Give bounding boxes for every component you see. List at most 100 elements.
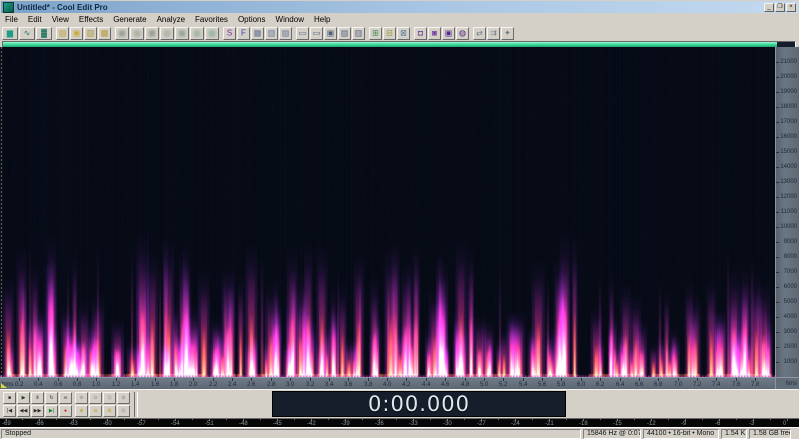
zoom-to-selection-icon: ⊞ bbox=[121, 396, 125, 401]
time-tick bbox=[77, 378, 78, 381]
toolbar-group-5: ▭▭ ▣▤▥ bbox=[296, 27, 366, 40]
new-file-button[interactable]: ▤ bbox=[56, 27, 69, 40]
freq-label: 9000 bbox=[784, 239, 797, 245]
zoom-out-horizontal-button[interactable]: ⊖ bbox=[89, 392, 102, 404]
window-placekeeper-button[interactable]: ▤ bbox=[338, 27, 351, 40]
help-context-button[interactable]: ✦ bbox=[501, 27, 514, 40]
cd-insert-button[interactable]: ◙ bbox=[428, 27, 441, 40]
zoom-controls: ⊕⊖⊡⊞⊕⊖⊞⊟ bbox=[75, 392, 131, 417]
go-to-beginning-button[interactable]: |◀ bbox=[3, 405, 16, 417]
convert-sample-type-button[interactable]: ⇄ bbox=[473, 27, 486, 40]
toolbar-button-blurred-2[interactable]: ▨ bbox=[130, 27, 144, 40]
window-play-list-button[interactable]: ▭ bbox=[310, 27, 323, 40]
close-file-button[interactable]: ▦ bbox=[98, 27, 111, 40]
toolbar-button-blurred-6[interactable]: ▨ bbox=[190, 27, 204, 40]
meter-tick-minor bbox=[124, 419, 125, 420]
spectrogram-canvas[interactable] bbox=[0, 47, 775, 377]
multitrack-view-button[interactable]: ▆ bbox=[2, 27, 18, 40]
level-meter[interactable]: -69-66-63-60-57-54-51-48-45-42-39-36-33-… bbox=[0, 418, 799, 428]
rewind-button[interactable]: ◀◀ bbox=[17, 405, 30, 417]
menu-item-help[interactable]: Help bbox=[310, 14, 336, 25]
toolbar-button-blurred-3[interactable]: ▩ bbox=[145, 27, 159, 40]
play-button[interactable]: ▶ bbox=[17, 392, 30, 404]
time-label: 2.4 bbox=[228, 382, 236, 388]
title-bar[interactable]: Untitled* - Cool Edit Pro _❐× bbox=[1, 1, 798, 13]
time-label: 2.8 bbox=[267, 382, 275, 388]
meter-tick bbox=[787, 419, 788, 421]
open-file-button[interactable]: ▣ bbox=[70, 27, 83, 40]
freq-tick bbox=[776, 362, 779, 363]
scripts-icon: S bbox=[227, 29, 232, 37]
toolbar-blurred-5-icon: ▩ bbox=[178, 29, 186, 37]
grid-button[interactable]: ▤ bbox=[279, 27, 292, 40]
zoom-in-vertical-button[interactable]: ⊕ bbox=[75, 405, 88, 417]
window-info-icon: ▣ bbox=[327, 29, 335, 37]
frequency-analysis-button[interactable]: F bbox=[237, 27, 250, 40]
close-button[interactable]: × bbox=[786, 3, 796, 12]
settings-c-button[interactable]: ⊠ bbox=[397, 27, 410, 40]
status-bar: Stopped15846 Hz @ 0:07.23444100 • 16-bit… bbox=[0, 428, 799, 439]
zoom-to-selection-button[interactable]: ⊞ bbox=[117, 392, 130, 404]
frequency-ruler[interactable]: 2100020000190001800017000160001500014000… bbox=[775, 47, 799, 377]
toolbar-button-blurred-5[interactable]: ▩ bbox=[175, 27, 189, 40]
save-file-button[interactable]: ▥ bbox=[84, 27, 97, 40]
meter-label: -69 bbox=[2, 421, 11, 427]
menu-item-options[interactable]: Options bbox=[234, 14, 272, 25]
zoom-left-edge-button[interactable]: ⊞ bbox=[103, 405, 116, 417]
fast-forward-button[interactable]: ▶▶ bbox=[31, 405, 44, 417]
menu-item-file[interactable]: File bbox=[1, 14, 24, 25]
settings-b-button[interactable]: ⊟ bbox=[383, 27, 396, 40]
menu-item-window[interactable]: Window bbox=[272, 14, 310, 25]
batch-process-button[interactable]: ⇉ bbox=[487, 27, 500, 40]
menu-item-view[interactable]: View bbox=[48, 14, 75, 25]
time-ruler[interactable]: hms 0.20.40.60.81.01.21.41.61.82.02.22.4… bbox=[0, 377, 775, 389]
play-to-end-button[interactable]: ∞ bbox=[59, 392, 72, 404]
scripts-button[interactable]: S bbox=[223, 27, 236, 40]
cd-open-button[interactable]: ◘ bbox=[414, 27, 427, 40]
toolbar-button-blurred-1[interactable]: ▩ bbox=[115, 27, 129, 40]
record-button[interactable]: ● bbox=[59, 405, 72, 417]
meter-tick-minor bbox=[532, 419, 533, 420]
menu-item-analyze[interactable]: Analyze bbox=[153, 14, 191, 25]
stop-button[interactable]: ■ bbox=[3, 392, 16, 404]
toolbar-button-blurred-7[interactable]: ▧ bbox=[205, 27, 219, 40]
zoom-in-horizontal-button[interactable]: ⊕ bbox=[75, 392, 88, 404]
toolbar-group-8: ⇄⇉✦ bbox=[473, 27, 515, 40]
toolbar-blurred-2-icon: ▨ bbox=[133, 29, 141, 37]
cd-burn-button[interactable]: ◍ bbox=[456, 27, 469, 40]
time-label: 3.2 bbox=[306, 382, 314, 388]
toolbar-button-blurred-4[interactable]: ▧ bbox=[160, 27, 174, 40]
waveform-view-button[interactable]: ∿ bbox=[19, 27, 35, 40]
maximize-button[interactable]: ❐ bbox=[775, 3, 785, 12]
fast-forward-icon: ▶▶ bbox=[34, 409, 42, 414]
phase-analysis-button[interactable]: ▦ bbox=[251, 27, 264, 40]
menu-item-generate[interactable]: Generate bbox=[109, 14, 152, 25]
time-tick bbox=[329, 378, 330, 381]
time-display[interactable]: 0:00.000 bbox=[272, 391, 566, 417]
freq-label: 19000 bbox=[780, 89, 797, 95]
zoom-right-edge-button[interactable]: ⊟ bbox=[117, 405, 130, 417]
pause-button[interactable]: Ⅱ bbox=[31, 392, 44, 404]
menu-item-favorites[interactable]: Favorites bbox=[191, 14, 234, 25]
window-cue-list-button[interactable]: ▭ bbox=[296, 27, 309, 40]
play-looped-button[interactable]: ↻ bbox=[45, 392, 58, 404]
meter-label: -66 bbox=[35, 421, 44, 427]
window-info-button[interactable]: ▣ bbox=[324, 27, 337, 40]
menu-item-edit[interactable]: Edit bbox=[24, 14, 48, 25]
menu-item-effects[interactable]: Effects bbox=[75, 14, 109, 25]
stats-button[interactable]: ▥ bbox=[265, 27, 278, 40]
time-tick bbox=[697, 378, 698, 381]
spectral-view-button[interactable]: ▓ bbox=[36, 27, 52, 40]
minimize-button[interactable]: _ bbox=[764, 3, 774, 12]
go-to-end-button[interactable]: ▶| bbox=[45, 405, 58, 417]
settings-a-button[interactable]: ⊞ bbox=[369, 27, 382, 40]
time-tick bbox=[658, 378, 659, 381]
window-organizer-button[interactable]: ▥ bbox=[352, 27, 365, 40]
zoom-out-vertical-button[interactable]: ⊖ bbox=[89, 405, 102, 417]
time-label: 2.6 bbox=[247, 382, 255, 388]
freq-label: 21000 bbox=[780, 59, 797, 65]
cue-marker[interactable] bbox=[1, 383, 7, 388]
cd-list-button[interactable]: ▣ bbox=[442, 27, 455, 40]
zoom-full-button[interactable]: ⊡ bbox=[103, 392, 116, 404]
meter-tick-minor bbox=[498, 419, 499, 420]
